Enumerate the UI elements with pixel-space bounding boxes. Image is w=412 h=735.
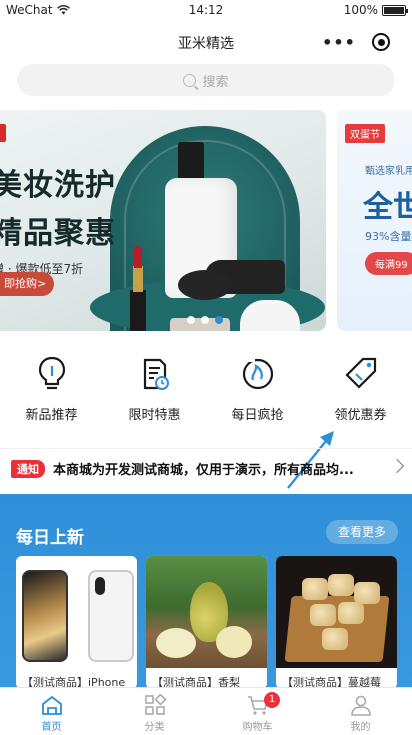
tab-label: 分类 [144, 722, 165, 733]
carousel-dot[interactable] [187, 316, 195, 324]
tab-category[interactable]: 分类 [103, 688, 206, 735]
cookie-image [328, 574, 354, 596]
cookie-image [354, 582, 380, 604]
banner-next-badge: 双蛋节 [345, 124, 385, 143]
chevron-right-icon [389, 458, 405, 474]
product-card[interactable]: 【测试商品】香梨 [146, 556, 267, 689]
section-title: 每日上新 [16, 528, 84, 548]
pear-slice-image [216, 626, 252, 658]
banner-carousel[interactable]: 美妆洗护 精品聚惠 赠 · 爆款低至7折 即抢购> 双蛋节 甄选家乳用 全世 9… [0, 110, 412, 332]
phone-front-image [22, 570, 68, 662]
nav-bar: 亚米精选 ••• [0, 20, 412, 64]
shaver-image [178, 270, 232, 300]
tab-profile[interactable]: 我的 [309, 688, 412, 735]
banner-next-pill: 每满99 [365, 252, 412, 275]
lipstick-image [130, 246, 146, 331]
banner-headline-1: 美妆洗护 [0, 168, 116, 203]
product-card[interactable]: 【测试商品】蔓越莓 [276, 556, 397, 689]
clipboard-clock-icon [143, 358, 169, 390]
entry-label: 限时特惠 [128, 408, 181, 423]
flame-icon [242, 358, 273, 390]
product-image-iphone [16, 556, 137, 668]
home-icon [41, 695, 62, 715]
close-miniprogram-button[interactable] [360, 33, 402, 51]
notice-bar[interactable]: 通知 本商城为开发测试商城，仅用于演示，所有商品均... [0, 448, 412, 488]
record-icon [372, 33, 390, 51]
tab-cart[interactable]: 1 购物车 [206, 688, 309, 735]
notice-tag: 通知 [11, 459, 45, 478]
daily-new-section: 每日上新 查看更多 【测试商品】iPhone 【测试商品】香梨 【测试商品】蔓越… [0, 494, 412, 689]
entry-limited-offer[interactable]: 限时特惠 [103, 354, 206, 434]
entry-coupons[interactable]: 领优惠券 [309, 354, 412, 434]
banner-next-percent: 93%含量 [365, 230, 412, 243]
entry-label: 每日疯抢 [231, 408, 284, 423]
banner-next-sub: 甄选家乳用 [365, 166, 412, 177]
banner-slide-main[interactable]: 美妆洗护 精品聚惠 赠 · 爆款低至7折 即抢购> [0, 110, 326, 331]
cart-count-badge: 1 [264, 692, 280, 708]
banner-slide-next[interactable]: 双蛋节 甄选家乳用 全世 93%含量 每满99 [337, 110, 412, 331]
tab-home[interactable]: 首页 [0, 688, 103, 735]
battery-percent: 100% [343, 3, 378, 17]
cookie-image [338, 602, 364, 624]
phone-back-image [88, 570, 134, 662]
tab-label: 首页 [41, 722, 62, 733]
bottle-cap-image [178, 142, 204, 182]
entry-new-products[interactable]: 新品推荐 [0, 354, 103, 434]
quick-entries: 新品推荐 限时特惠 每日疯抢 领优惠券 [0, 354, 412, 434]
carousel-indicator [187, 316, 223, 324]
entry-label: 领优惠券 [334, 408, 387, 423]
banner-promo-text: 美妆洗护 精品聚惠 赠 · 爆款低至7折 [0, 160, 116, 277]
status-bar: ●●●●● WeChat 14:12 100% [0, 0, 412, 332]
product-image-cookie [276, 556, 397, 668]
carousel-dot-active[interactable] [215, 316, 223, 324]
cookie-image [302, 578, 328, 600]
pear-slice-image [156, 628, 196, 658]
more-menu-button[interactable]: ••• [318, 33, 360, 52]
bottom-tab-bar: 首页 分类 1 购物车 我的 [0, 687, 412, 735]
coupon-tag-icon [344, 357, 376, 389]
product-card[interactable]: 【测试商品】iPhone [16, 556, 137, 689]
search-input[interactable]: 搜索 [17, 64, 395, 96]
bulb-icon [38, 356, 65, 390]
search-placeholder: 搜索 [202, 74, 229, 90]
profile-icon [350, 695, 371, 716]
entry-label: 新品推荐 [25, 408, 78, 423]
carousel-dot[interactable] [201, 316, 209, 324]
battery-icon [382, 4, 408, 16]
entry-daily-rush[interactable]: 每日疯抢 [206, 354, 309, 434]
tab-label: 我的 [350, 722, 371, 733]
banner-headline-2: 精品聚惠 [0, 216, 116, 251]
banner-next-headline: 全世 [363, 190, 412, 225]
tab-label: 购物车 [242, 722, 273, 733]
cookie-image [310, 604, 336, 626]
notice-text: 本商城为开发测试商城，仅用于演示，所有商品均... [53, 463, 354, 478]
status-right: 100% [343, 3, 408, 17]
miniprogram-capsule: ••• [318, 26, 402, 58]
category-icon [144, 694, 167, 715]
view-more-button[interactable]: 查看更多 [325, 520, 398, 544]
product-image-pear [146, 556, 267, 668]
banner-buy-button[interactable]: 即抢购> [0, 272, 54, 296]
face-mask-image [240, 300, 300, 331]
banner-corner-tag [0, 124, 6, 142]
product-list: 【测试商品】iPhone 【测试商品】香梨 【测试商品】蔓越莓 [16, 556, 397, 689]
cookie-image [322, 628, 348, 650]
search-icon [183, 73, 197, 87]
